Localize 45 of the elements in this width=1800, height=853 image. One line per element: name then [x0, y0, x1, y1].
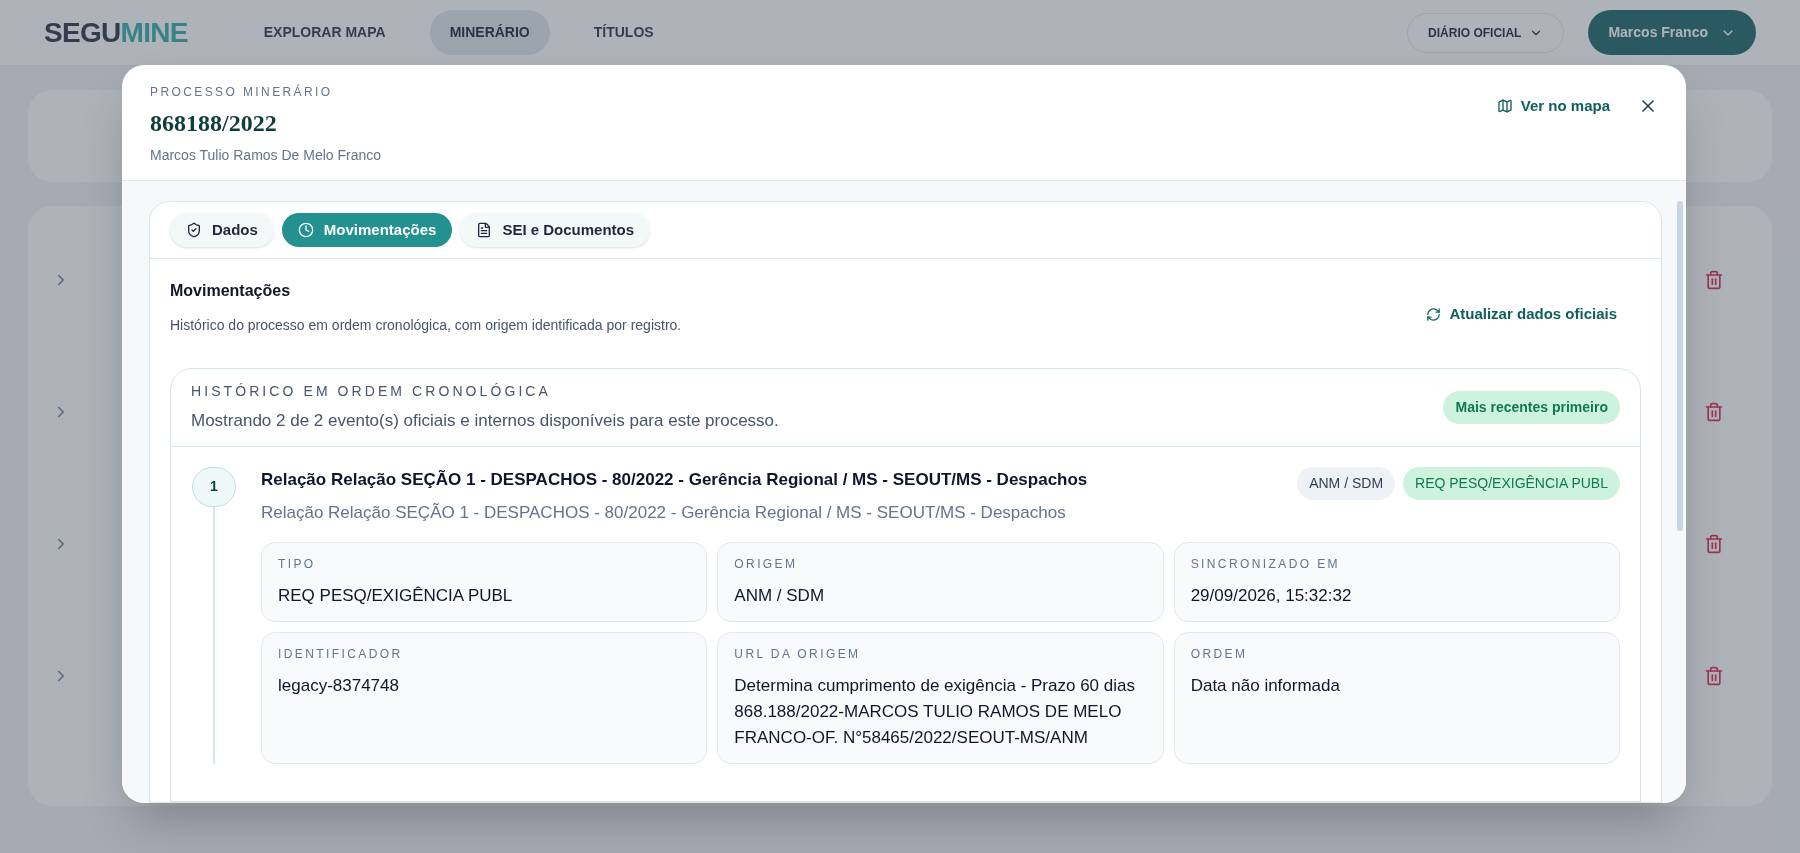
refresh-button[interactable]: Atualizar dados oficiais: [1426, 303, 1617, 326]
field-label: IDENTIFICADOR: [278, 645, 404, 663]
field-value: ANM / SDM: [734, 584, 826, 607]
map-icon: [1496, 98, 1513, 115]
history-eyebrow: HISTÓRICO EM ORDEM CRONOLÓGICA: [191, 382, 552, 401]
nav-link[interactable]: MINERÁRIO: [429, 10, 550, 55]
field-value: REQ PESQ/EXIGÊNCIA PUBL: [278, 584, 514, 607]
delete-icon[interactable]: [1704, 402, 1724, 422]
field-label: ORIGEM: [734, 555, 799, 573]
field-label: TIPO: [278, 555, 317, 573]
scrollbar-thumb[interactable]: [1677, 201, 1683, 531]
user-menu[interactable]: Marcos Franco: [1588, 10, 1756, 55]
modal-title: 868188/2022: [150, 109, 278, 138]
tab-icon: [476, 222, 493, 238]
event-tag: REQ PESQ/EXIGÊNCIA PUBL: [1403, 466, 1620, 500]
tab-icon: [186, 222, 202, 238]
nav-link[interactable]: EXPLORAR MAPA: [243, 10, 406, 55]
field-label: URL DA ORIGEM: [734, 645, 862, 663]
tab[interactable]: Dados: [170, 213, 274, 247]
modal-eyebrow: PROCESSO MINERÁRIO: [150, 83, 334, 101]
order-badge: Mais recentes primeiro: [1443, 390, 1620, 424]
field-label: SINCRONIZADO EM: [1190, 555, 1341, 573]
tab-icon: [297, 222, 314, 238]
field-value: Data não informada: [1190, 674, 1341, 697]
refresh-icon: [1426, 306, 1442, 322]
field-value: 29/09/2026, 15:32:32: [1190, 584, 1353, 607]
event-title: Relação Relação SEÇÃO 1 - DESPACHOS - 80/2022 - Gerência Regional / MS - SEOUT/MS - Despachos: [261, 468, 1088, 491]
logo[interactable]: SEGUMINE: [44, 11, 188, 54]
delete-icon[interactable]: [1704, 666, 1724, 686]
section-title: Movimentações: [170, 281, 292, 301]
tab[interactable]: SEI e Documentos: [460, 213, 651, 247]
step-number: 1: [192, 466, 236, 507]
field-value: legacy-8374748: [278, 674, 400, 697]
section-description: Histórico do processo em ordem cronológica, com origem identificada por registro.: [170, 316, 682, 335]
event-tag: ANM / SDM: [1297, 466, 1396, 500]
map-link[interactable]: Ver no mapa: [1496, 95, 1610, 118]
field-value: Determina cumprimento de exigência - Prazo 60 dias 868.188/2022-MARCOS TULIO RAMOS DE MELO FRANCO-OF. N°58465/2022/SEOUT-MS/ANM: [734, 674, 1136, 749]
tab[interactable]: Movimentações: [281, 213, 453, 247]
modal-subtitle: Marcos Tulio Ramos De Melo Franco: [150, 146, 382, 165]
delete-icon[interactable]: [1704, 270, 1724, 290]
nav-link[interactable]: TÍTULOS: [573, 10, 674, 55]
delete-icon[interactable]: [1704, 534, 1724, 554]
history-summary: Mostrando 2 de 2 evento(s) oficiais e internos disponíveis para este processo.: [191, 410, 779, 432]
event-subtitle: Relação Relação SEÇÃO 1 - DESPACHOS - 80/2022 - Gerência Regional / MS - SEOUT/MS - Despachos: [261, 502, 1067, 524]
field-label: ORDEM: [1190, 645, 1249, 663]
